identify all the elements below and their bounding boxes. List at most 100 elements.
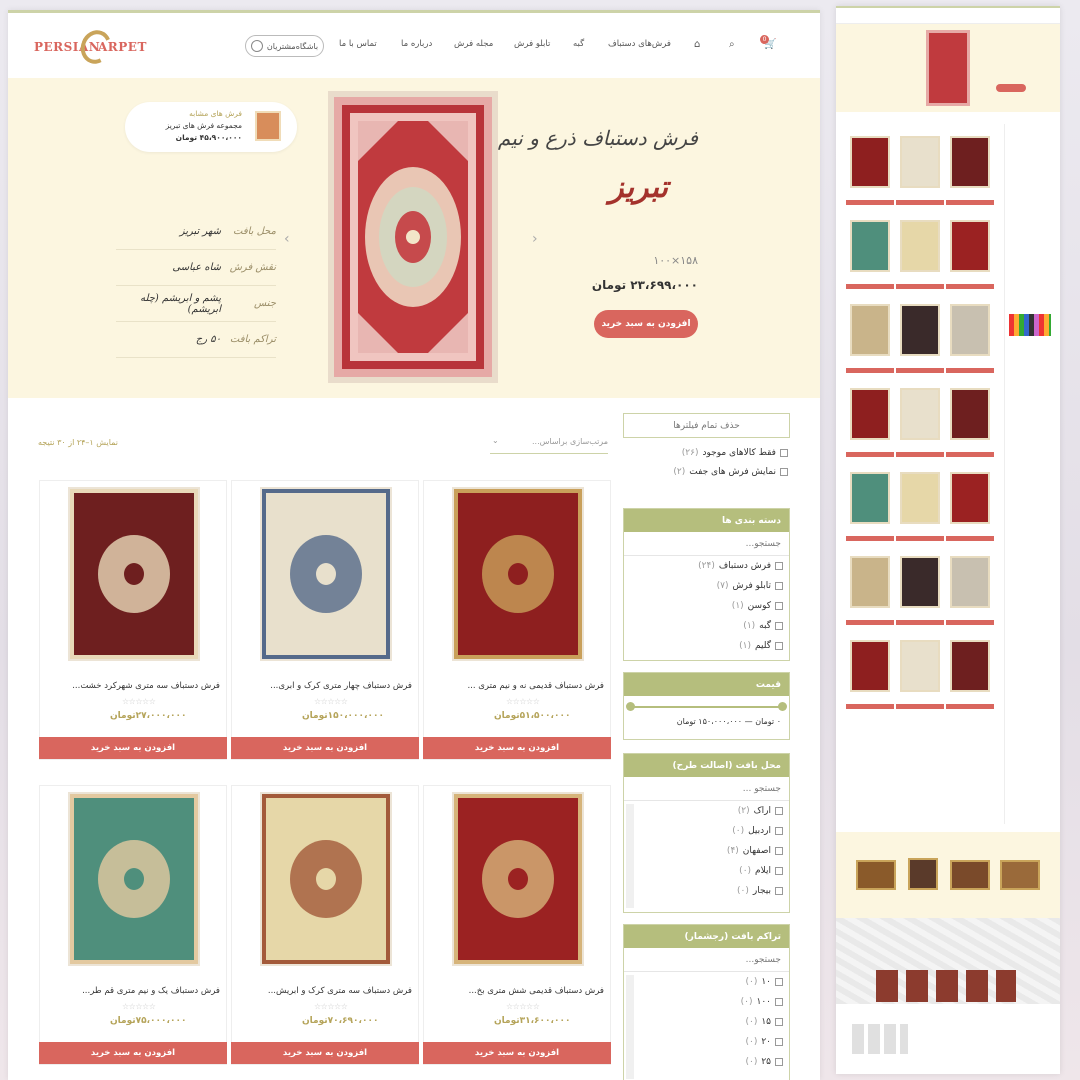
preview-map [836, 918, 1060, 1004]
category-item[interactable]: گلیم (۱) [624, 636, 789, 656]
preview-product-thumb [950, 388, 990, 440]
add-to-cart-button[interactable]: افزودن به سبد خرید [423, 1042, 611, 1064]
place-item[interactable]: اردبیل (۰) [624, 821, 789, 841]
preview-product-thumb [850, 388, 890, 440]
clear-filters-button[interactable]: حذف تمام فیلترها [623, 413, 790, 438]
density-checkbox[interactable] [775, 1038, 783, 1046]
product-card[interactable]: فرش دستباف چهار متری کرک و ابری... ☆☆☆☆☆ ۱… [231, 480, 419, 760]
search-icon[interactable]: ⌕ [729, 39, 735, 50]
category-item[interactable]: کوسن (۱) [624, 596, 789, 616]
in-stock-filter[interactable]: فقط کالاهای موجود (۲۶) [623, 448, 790, 458]
product-card[interactable]: فرش دستباف سه متری شهرکرد خشت... ☆☆☆☆☆ ۲۷،… [39, 480, 227, 760]
product-image[interactable] [40, 786, 228, 971]
product-card[interactable]: فرش دستباف یک و نیم متری قم طر... ☆☆☆☆☆ ۷۵… [39, 785, 227, 1065]
category-item[interactable]: تابلو فرش (۷) [624, 576, 789, 596]
place-item[interactable]: ایلام (۰) [624, 861, 789, 881]
density-item[interactable]: ۲۰ (۰) [624, 1032, 789, 1052]
add-to-cart-button[interactable]: افزودن به سبد خرید [39, 1042, 227, 1064]
nav-contact[interactable]: تماس با ما [339, 39, 377, 49]
product-card[interactable]: فرش دستباف قدیمی شش متری بخ... ☆☆☆☆☆ ۳۱،۶۰… [423, 785, 611, 1065]
product-image[interactable] [232, 481, 420, 666]
add-to-cart-button[interactable]: افزودن به سبد خرید [231, 1042, 419, 1064]
density-item[interactable]: ۱۰۰ (۰) [624, 992, 789, 1012]
results-count: نمایش ۱–۲۴ از ۳۰ نتیجه [38, 438, 118, 447]
nav-magazine[interactable]: مجله فرش [454, 39, 493, 49]
categories-search-input[interactable]: جستجو... [624, 532, 789, 556]
category-checkbox[interactable] [775, 602, 783, 610]
product-card[interactable]: فرش دستباف قدیمی نه و نیم متری ... ☆☆☆☆☆ ۵… [423, 480, 611, 760]
product-title[interactable]: فرش دستباف قدیمی نه و نیم متری ... [467, 681, 604, 691]
category-item[interactable]: فرش دستباف (۲۴) [624, 556, 789, 576]
density-checkbox[interactable] [775, 978, 783, 986]
place-item[interactable]: اصفهان (۴) [624, 841, 789, 861]
density-scrollbar[interactable] [626, 975, 634, 1079]
place-checkbox[interactable] [775, 887, 783, 895]
price-min-handle[interactable] [626, 702, 635, 711]
category-checkbox[interactable] [775, 622, 783, 630]
place-scrollbar[interactable] [626, 804, 634, 908]
product-image[interactable] [232, 786, 420, 971]
chevron-right-icon[interactable]: › [532, 231, 538, 247]
pairs-checkbox[interactable] [780, 468, 788, 476]
density-item[interactable]: ۱۰ (۰) [624, 972, 789, 992]
nav-about[interactable]: درباره ما [401, 39, 432, 49]
density-checkbox[interactable] [775, 998, 783, 1006]
product-card[interactable]: فرش دستباف سه متری کرک و ابریش... ☆☆☆☆☆ ۷۰… [231, 785, 419, 1065]
density-search-input[interactable]: جستجو... [624, 948, 789, 972]
preview-product-thumb [950, 304, 990, 356]
home-icon[interactable]: ⌂ [694, 39, 700, 50]
category-checkbox[interactable] [775, 562, 783, 570]
category-item[interactable]: گبه (۱) [624, 616, 789, 636]
nav-gabbeh[interactable]: گبه [573, 39, 584, 49]
in-stock-checkbox[interactable] [780, 449, 788, 457]
product-title[interactable]: فرش دستباف قدیمی شش متری بخ... [469, 986, 604, 996]
product-price: ۳۱،۶۰۰،۰۰۰تومان [494, 1016, 571, 1026]
site-logo[interactable]: PERSIAN ARPET [34, 25, 146, 69]
place-item[interactable]: بیجار (۰) [624, 881, 789, 901]
add-to-cart-button[interactable]: افزودن به سبد خرید [423, 737, 611, 759]
product-title[interactable]: فرش دستباف چهار متری کرک و ابری... [270, 681, 412, 691]
density-checkbox[interactable] [775, 1058, 783, 1066]
product-title[interactable]: فرش دستباف سه متری شهرکرد خشت... [72, 681, 220, 691]
price-max-handle[interactable] [778, 702, 787, 711]
customer-club-button[interactable]: باشگاه‌مشتریان [245, 35, 324, 57]
related-products-card[interactable]: فرش های مشابه مجموعه فرش های تبریز ۴۵،۹۰… [125, 102, 297, 152]
place-search-input[interactable]: جستجو ... [624, 777, 789, 801]
place-checkbox[interactable] [775, 827, 783, 835]
density-item[interactable]: ۲۵ (۰) [624, 1052, 789, 1072]
product-rug-swatch [260, 486, 392, 661]
add-to-cart-button[interactable]: افزودن به سبد خرید [231, 737, 419, 759]
density-checkbox[interactable] [775, 1018, 783, 1026]
product-rug-swatch [68, 791, 200, 966]
price-slider[interactable]: ۰ تومان — ۱۵۰،۰۰۰،۰۰۰ تومان [624, 696, 789, 740]
place-item[interactable]: اراک (۲) [624, 801, 789, 821]
results-toolbar: مرتب‌سازی براساس... ⌄ نمایش ۱–۲۴ از ۳۰ ن… [38, 432, 608, 456]
product-image[interactable] [424, 786, 612, 971]
place-checkbox[interactable] [775, 807, 783, 815]
add-to-cart-button[interactable]: افزودن به سبد خرید [39, 737, 227, 759]
product-title[interactable]: فرش دستباف سه متری کرک و ابریش... [268, 986, 412, 996]
preview-add-button [946, 536, 994, 541]
place-checkbox[interactable] [775, 867, 783, 875]
preview-hero-button [996, 84, 1026, 92]
place-count: (۴) [726, 846, 739, 856]
chevron-left-icon[interactable]: ‹ [284, 231, 290, 247]
product-title[interactable]: فرش دستباف یک و نیم متری قم طر... [82, 986, 220, 996]
density-item[interactable]: ۱۵ (۰) [624, 1012, 789, 1032]
pairs-filter[interactable]: نمایش فرش های جفت (۲) [623, 467, 790, 477]
preview-add-button [846, 452, 894, 457]
place-count: (۰) [732, 826, 745, 836]
preview-add-button [946, 452, 994, 457]
preview-gallery-item [908, 858, 938, 890]
place-checkbox[interactable] [775, 847, 783, 855]
category-checkbox[interactable] [775, 582, 783, 590]
sort-select[interactable]: مرتب‌سازی براساس... ⌄ [490, 432, 608, 454]
preview-add-button [946, 200, 994, 205]
spec-table: محل بافت شهر تبریز نقش فرش شاه عباسی جنس پش… [116, 214, 276, 358]
nav-handmade-carpets[interactable]: فرش‌های دستباف [608, 39, 671, 49]
hero-add-to-cart-button[interactable]: افزودن به سبد خرید [594, 310, 698, 338]
product-image[interactable] [424, 481, 612, 666]
product-image[interactable] [40, 481, 228, 666]
nav-carpet-paintings[interactable]: تابلو فرش [514, 39, 550, 49]
category-checkbox[interactable] [775, 642, 783, 650]
